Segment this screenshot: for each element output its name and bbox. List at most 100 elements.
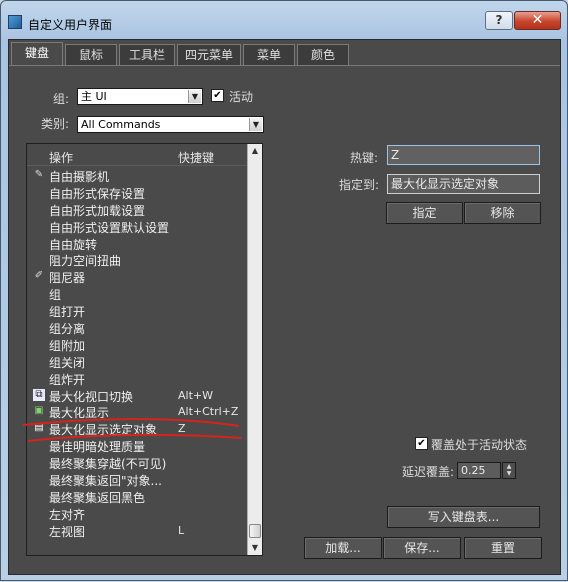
list-item[interactable]: 最佳明暗处理质量 [27,437,247,454]
column-header-shortcut[interactable]: 快捷键 [178,149,214,166]
list-item-shortcut: Alt+W [178,388,213,402]
list-item[interactable]: ▣ 最大化显示 Alt+Ctrl+Z [27,403,247,420]
remove-button[interactable]: 移除 [464,202,541,224]
group-label: 组: [53,92,70,106]
assigned-to-label: 指定到: [339,178,380,192]
list-item-action: 自由形式设置默认设置 [49,220,170,235]
list-item-action: 阻尼器 [49,271,86,286]
list-item-action: 组附加 [49,338,86,353]
list-item-action: 阻力空间扭曲 [49,254,122,269]
category-dropdown[interactable]: All Commands ▼ [77,116,264,133]
list-header: 操作 快捷键 [27,144,247,166]
list-item[interactable]: 组打开 [27,302,247,319]
list-item[interactable]: 组炸开 [27,370,247,387]
list-item-action: 组炸开 [49,372,86,387]
list-item-action: 左对齐 [49,507,86,522]
list-item-action: 左视图 [49,524,86,539]
tab-quad-menus[interactable]: 四元菜单 [177,44,241,66]
list-item[interactable]: 组 [27,285,247,302]
list-item-action: 组分离 [49,322,86,337]
category-dropdown-value: All Commands [81,118,161,131]
tab-divider [9,65,560,66]
list-item-action: 自由形式加载设置 [49,203,146,218]
list-item[interactable]: ▤ 最大化显示选定对象 Z [27,420,247,437]
list-item[interactable]: 最终聚集返回黑色 [27,488,247,505]
list-item[interactable]: 自由形式设置默认设置 [27,218,247,235]
list-item-action: 组 [49,288,62,303]
write-keyboard-chart-button[interactable]: 写入键盘表... [387,506,540,528]
list-item-action: 最大化显示选定对象 [49,423,158,438]
hotkey-label: 热键: [350,151,379,165]
active-checkbox[interactable]: ✔ [211,89,224,102]
list-item-action: 组关闭 [49,355,86,370]
group-dropdown-value: 主 UI [81,90,107,103]
list-item-shortcut: Z [178,422,186,436]
list-item[interactable]: 自由旋转 [27,235,247,252]
list-item-shortcut: Alt+Ctrl+Z [178,405,239,419]
customize-ui-window: 自定义用户界面 ? ✕ 键盘 鼠标 工具栏 四元菜单 菜单 颜色 组: 主 UI… [0,0,568,581]
override-active-label: 覆盖处于活动状态 [431,438,528,452]
spinner-arrows[interactable]: ▲ ▼ [502,462,516,479]
close-button[interactable]: ✕ [514,11,561,30]
dialog-client: 键盘 鼠标 工具栏 四元菜单 菜单 颜色 组: 主 UI ▼ ✔ 活动 类别: … [8,39,561,575]
list-item[interactable]: ⧉ 最大化视口切换 Alt+W [27,387,247,404]
list-item[interactable]: 最终聚集穿越(不可见) [27,454,247,471]
zoom-extents-icon: ▣ [34,405,44,417]
category-label: 类别: [41,117,70,131]
scroll-up-icon[interactable]: ▲ [248,144,262,158]
action-list[interactable]: 操作 快捷键 ✎ 自由摄影机自由形式保存设置 自由形式加载设置自由形式设置默认设置自… [26,143,263,556]
chevron-down-icon: ▼ [249,118,262,131]
list-item-shortcut: L [178,523,185,537]
tab-menus[interactable]: 菜单 [243,44,295,66]
spinner-down-icon[interactable]: ▼ [503,470,515,477]
chevron-down-icon: ▼ [188,90,201,103]
list-item-action: 自由形式保存设置 [49,186,146,201]
list-item[interactable]: 自由形式加载设置 [27,201,247,218]
assigned-to-field: 最大化显示选定对象 [387,174,540,194]
maximize-viewport-icon: ⧉ [33,388,45,401]
title-bar[interactable]: 自定义用户界面 ? ✕ [1,1,567,37]
list-item-action: 最大化视口切换 [49,389,134,404]
tab-toolbars[interactable]: 工具栏 [119,44,175,66]
app-icon [8,15,22,29]
window-title: 自定义用户界面 [28,18,113,32]
list-item-action: 最终聚集穿越(不可见) [49,457,167,472]
list-item[interactable]: 组附加 [27,336,247,353]
hotkey-input[interactable]: Z [387,145,540,165]
list-item[interactable]: ✐ 阻尼器 [27,268,247,285]
list-item-action: 自由旋转 [49,237,98,252]
list-rows: ✎ 自由摄影机自由形式保存设置 自由形式加载设置自由形式设置默认设置 自由旋转阻力空间… [27,167,247,555]
column-header-action[interactable]: 操作 [49,149,73,166]
list-scrollbar[interactable]: ▲ ▼ [247,144,262,555]
group-dropdown[interactable]: 主 UI ▼ [77,88,203,105]
list-item[interactable]: 组关闭 [27,353,247,370]
tab-mouse[interactable]: 鼠标 [65,44,117,66]
reset-button[interactable]: 重置 [464,537,542,559]
camera-icon: ✎ [34,169,44,180]
list-item[interactable]: 阻力空间扭曲 [27,251,247,268]
override-active-checkbox[interactable]: ✔ [415,437,428,450]
assign-button[interactable]: 指定 [386,202,463,224]
spinner-up-icon[interactable]: ▲ [503,463,515,470]
list-item-action: 组打开 [49,305,86,320]
list-item[interactable]: 左对齐 [27,505,247,522]
delay-override-value: 0.25 [461,464,486,477]
load-button[interactable]: 加载... [304,537,382,559]
save-button[interactable]: 保存... [383,537,461,559]
scroll-thumb[interactable] [249,524,261,538]
zoom-extents-selected-icon: ▤ [34,422,44,434]
list-item-action: 最终聚集返回"对象... [49,474,162,489]
list-item[interactable]: ✎ 自由摄影机 [27,167,247,184]
tab-colors[interactable]: 颜色 [297,44,349,66]
list-item[interactable]: 自由形式保存设置 [27,184,247,201]
list-item[interactable]: 组分离 [27,319,247,336]
help-button[interactable]: ? [485,11,513,30]
delay-override-label: 延迟覆盖: [402,465,455,479]
list-item[interactable]: 最终聚集返回"对象... [27,471,247,488]
delay-override-spinner[interactable]: 0.25 ▲ ▼ [457,462,516,479]
scroll-down-icon[interactable]: ▼ [248,541,262,555]
damper-icon: ✐ [34,270,44,282]
list-item[interactable]: 左视图 L [27,522,247,539]
list-item-action: 最佳明暗处理质量 [49,440,146,455]
tab-keyboard[interactable]: 键盘 [11,42,63,66]
